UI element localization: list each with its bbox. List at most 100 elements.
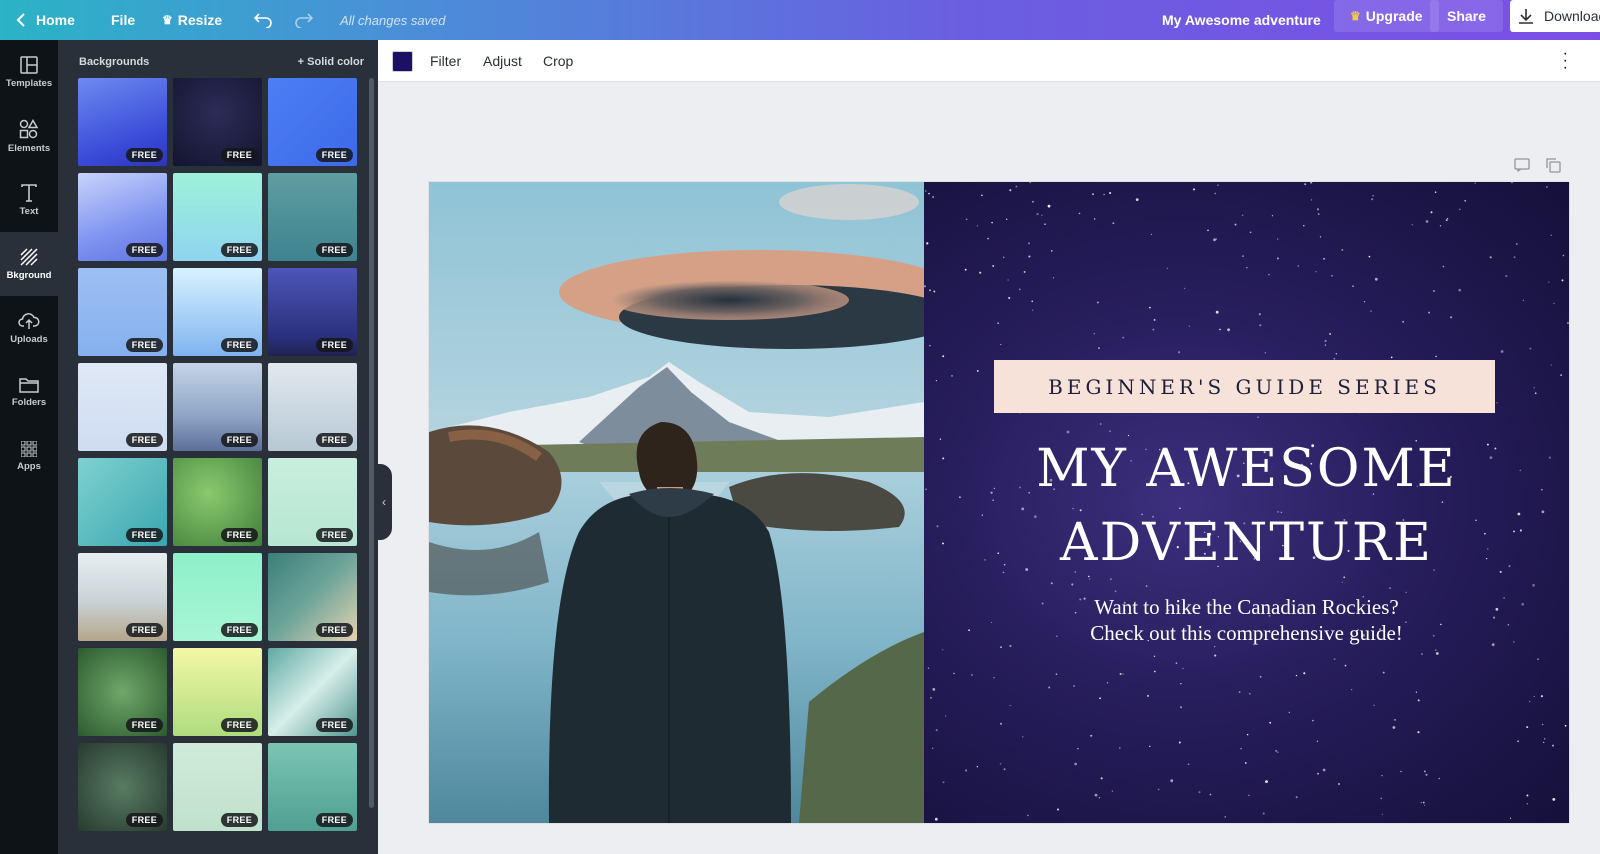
headline-line-2[interactable]: ADVENTURE — [924, 506, 1569, 580]
share-button[interactable]: Share — [1430, 0, 1503, 32]
duplicate-page-icon[interactable] — [1546, 158, 1561, 178]
rail-label-text: Text — [19, 205, 39, 217]
series-label-box[interactable]: BEGINNER'S GUIDE SERIES — [994, 360, 1495, 413]
free-badge: FREE — [315, 433, 353, 447]
background-tile-green-gradient[interactable]: FREE — [173, 553, 262, 641]
collapse-panel-button[interactable]: ‹ — [376, 464, 392, 540]
free-badge: FREE — [315, 243, 353, 257]
rail-item-folders[interactable]: Folders — [0, 360, 58, 424]
resize-button[interactable]: ♛ Resize — [162, 0, 222, 40]
free-badge: FREE — [315, 623, 353, 637]
rail-item-text[interactable]: Text — [0, 168, 58, 232]
image-toolbar: Filter Adjust Crop · · · — [378, 40, 1600, 82]
apps-grid-icon — [21, 440, 37, 457]
upgrade-button[interactable]: ♛ Upgrade — [1334, 0, 1439, 32]
color-swatch[interactable] — [392, 51, 413, 72]
elements-icon — [19, 118, 39, 138]
chevron-left-icon: ‹ — [382, 495, 386, 509]
rail-label-folders: Folders — [11, 396, 47, 408]
rail-item-templates[interactable]: Templates — [0, 40, 58, 104]
share-label: Share — [1447, 8, 1486, 24]
background-tile-aerial-beach[interactable]: FREE — [268, 553, 357, 641]
series-label[interactable]: BEGINNER'S GUIDE SERIES — [1048, 375, 1441, 399]
top-bar: Home File ♛ Resize All changes saved My … — [0, 0, 1600, 40]
background-tile-water-ripples[interactable]: FREE — [268, 173, 357, 261]
background-tile-pool-water[interactable]: FREE — [78, 458, 167, 546]
panel-scrollbar[interactable] — [369, 78, 374, 808]
free-badge: FREE — [220, 623, 258, 637]
free-badge: FREE — [125, 528, 163, 542]
backgrounds-panel: Backgrounds + Solid color FREE FREE FREE FR… — [58, 40, 378, 854]
background-tile-lime-gradient[interactable]: FREE — [173, 648, 262, 736]
free-badge: FREE — [220, 433, 258, 447]
free-badge: FREE — [125, 338, 163, 352]
background-tile-lightning-sky[interactable]: FREE — [268, 268, 357, 356]
free-badge: FREE — [220, 243, 258, 257]
design-page[interactable]: BEGINNER'S GUIDE SERIES MY AWESOME ADVEN… — [429, 182, 1569, 823]
free-badge: FREE — [315, 813, 353, 827]
background-icon — [20, 247, 38, 266]
home-button[interactable]: Home — [16, 0, 75, 40]
background-tile-mint-gradient[interactable]: FREE — [173, 173, 262, 261]
subtitle-line-2[interactable]: Check out this comprehensive guide! — [924, 620, 1569, 646]
filter-button[interactable]: Filter — [430, 53, 461, 69]
background-tile-sea-surface[interactable]: FREE — [268, 743, 357, 831]
starry-background-panel[interactable]: BEGINNER'S GUIDE SERIES MY AWESOME ADVEN… — [924, 182, 1569, 823]
free-badge: FREE — [125, 718, 163, 732]
background-tile-fern-leaves[interactable]: FREE — [78, 743, 167, 831]
background-tile-pale-pattern[interactable]: FREE — [78, 363, 167, 451]
headline[interactable]: MY AWESOME ADVENTURE — [924, 432, 1569, 580]
free-badge: FREE — [315, 148, 353, 162]
rail-item-uploads[interactable]: Uploads — [0, 296, 58, 360]
background-tile-blue-dandelion[interactable]: FREE — [78, 173, 167, 261]
background-tile-foggy-hills[interactable]: FREE — [268, 363, 357, 451]
redo-icon — [295, 13, 314, 28]
rail-item-background[interactable]: Bkground — [0, 232, 58, 296]
folder-icon — [19, 377, 39, 393]
background-tile-mint-diamond[interactable]: FREE — [173, 743, 262, 831]
rail-label-templates: Templates — [5, 77, 53, 89]
file-label: File — [111, 12, 136, 28]
background-tile-sky-gradient[interactable]: FREE — [173, 268, 262, 356]
free-badge: FREE — [220, 718, 258, 732]
left-rail: Templates Elements Text Bkground Uploads… — [0, 40, 58, 854]
download-button[interactable]: Download — [1510, 0, 1600, 32]
adjust-button[interactable]: Adjust — [483, 53, 522, 69]
background-tile-blue-chevron[interactable]: FREE — [78, 268, 167, 356]
add-note-icon[interactable] — [1514, 158, 1530, 177]
hiker-mountain-photo[interactable] — [429, 182, 924, 823]
rail-label-background: Bkground — [6, 269, 52, 281]
undo-button[interactable] — [253, 0, 273, 40]
background-tile-misty-mountains[interactable]: FREE — [173, 363, 262, 451]
rail-item-apps[interactable]: Apps — [0, 424, 58, 488]
background-tile-green-leaves[interactable]: FREE — [173, 458, 262, 546]
free-badge: FREE — [125, 148, 163, 162]
headline-line-1[interactable]: MY AWESOME — [924, 432, 1569, 506]
panel-heading: Backgrounds — [79, 56, 150, 68]
crop-button[interactable]: Crop — [543, 53, 573, 69]
chevron-left-icon — [16, 13, 25, 27]
rail-item-elements[interactable]: Elements — [0, 104, 58, 168]
templates-icon — [20, 55, 38, 74]
background-tile-blue-gradient[interactable]: FREE — [78, 78, 167, 166]
free-badge: FREE — [315, 718, 353, 732]
background-tile-night-sky[interactable]: FREE — [173, 78, 262, 166]
background-tile-mint-dots[interactable]: FREE — [268, 458, 357, 546]
free-badge: FREE — [125, 243, 163, 257]
upload-cloud-icon — [18, 312, 40, 329]
background-tile-ocean-foam[interactable]: FREE — [268, 648, 357, 736]
subtitle[interactable]: Want to hike the Canadian Rockies? Check… — [924, 594, 1569, 646]
free-badge: FREE — [315, 338, 353, 352]
undo-icon — [253, 13, 272, 28]
redo-button[interactable] — [294, 0, 314, 40]
background-tile-beach-shore[interactable]: FREE — [78, 553, 167, 641]
free-badge: FREE — [125, 433, 163, 447]
design-title[interactable]: My Awesome adventure — [1162, 0, 1321, 40]
subtitle-line-1[interactable]: Want to hike the Canadian Rockies? — [924, 594, 1569, 620]
background-tile-tropical-leaves[interactable]: FREE — [78, 648, 167, 736]
free-badge: FREE — [220, 338, 258, 352]
more-options-icon[interactable]: · · · — [1563, 46, 1568, 76]
file-menu-button[interactable]: File — [111, 0, 135, 40]
solid-color-button[interactable]: + Solid color — [298, 56, 364, 68]
background-tile-blue-hexagons[interactable]: FREE — [268, 78, 357, 166]
